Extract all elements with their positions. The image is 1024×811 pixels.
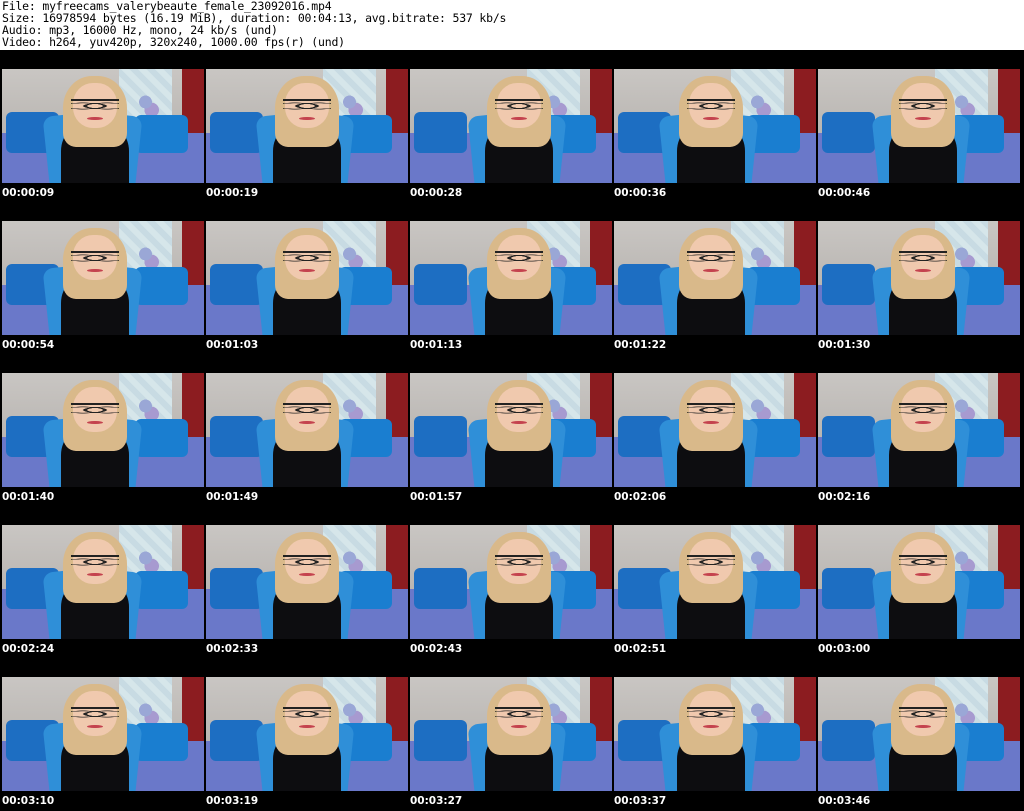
timestamp-label: 00:03:46 [818,795,871,807]
thumbnail-grid: 00:00:09 00:00:19 00:00:28 00:00:36 00:00:46… [0,50,1024,811]
thumbnail-cell: 00:02:06 [612,354,816,506]
thumbnail-cell: 00:02:43 [408,506,612,658]
thumbnail-cell: 00:00:09 [0,50,204,202]
timestamp-label: 00:03:00 [818,643,871,655]
thumbnail-cell: 00:01:30 [816,202,1020,354]
video-frame [206,373,408,487]
video-frame [410,525,612,639]
video-frame [614,677,816,791]
video-frame [614,525,816,639]
thumbnail-cell: 00:03:00 [816,506,1020,658]
thumbnail-cell: 00:01:22 [612,202,816,354]
file-info-header: File: myfreecams_valerybeaute_female_230… [0,0,1024,50]
thumbnail-cell: 00:01:03 [204,202,408,354]
thumbnail-cell: 00:01:40 [0,354,204,506]
video-frame [614,373,816,487]
timestamp-label: 00:02:33 [206,643,259,655]
timestamp-label: 00:01:03 [206,339,259,351]
timestamp-label: 00:03:27 [410,795,463,807]
thumbnail-cell: 00:01:57 [408,354,612,506]
thumbnail-cell: 00:03:10 [0,658,204,810]
timestamp-label: 00:01:57 [410,491,463,503]
timestamp-label: 00:00:09 [2,187,55,199]
video-line: Video: h264, yuv420p, 320x240, 1000.00 f… [2,35,345,49]
video-frame [2,221,204,335]
video-frame [614,69,816,183]
video-frame [410,677,612,791]
thumbnail-cell: 00:02:33 [204,506,408,658]
timestamp-label: 00:00:19 [206,187,259,199]
video-frame [2,69,204,183]
video-frame [818,373,1020,487]
thumbnail-cell: 00:03:19 [204,658,408,810]
timestamp-label: 00:01:30 [818,339,871,351]
timestamp-label: 00:01:22 [614,339,667,351]
thumbnail-cell: 00:01:13 [408,202,612,354]
video-frame [818,221,1020,335]
timestamp-label: 00:02:06 [614,491,667,503]
thumbnail-cell: 00:03:27 [408,658,612,810]
thumbnail-cell: 00:02:16 [816,354,1020,506]
video-frame [818,525,1020,639]
timestamp-label: 00:02:24 [2,643,55,655]
thumbnail-cell: 00:00:54 [0,202,204,354]
timestamp-label: 00:03:10 [2,795,55,807]
video-frame [410,373,612,487]
video-frame [206,69,408,183]
thumbnail-cell: 00:01:49 [204,354,408,506]
video-frame [206,221,408,335]
video-frame [410,69,612,183]
thumbnail-cell: 00:00:46 [816,50,1020,202]
timestamp-label: 00:01:49 [206,491,259,503]
thumbnail-cell: 00:00:36 [612,50,816,202]
thumbnail-cell: 00:02:51 [612,506,816,658]
timestamp-label: 00:03:37 [614,795,667,807]
video-frame [410,221,612,335]
timestamp-label: 00:00:54 [2,339,55,351]
video-frame [818,677,1020,791]
video-frame [206,677,408,791]
timestamp-label: 00:01:13 [410,339,463,351]
timestamp-label: 00:02:43 [410,643,463,655]
thumbnail-cell: 00:03:46 [816,658,1020,810]
video-frame [614,221,816,335]
timestamp-label: 00:00:36 [614,187,667,199]
video-frame [2,373,204,487]
video-frame [818,69,1020,183]
timestamp-label: 00:02:51 [614,643,667,655]
thumbnail-cell: 00:03:37 [612,658,816,810]
timestamp-label: 00:00:28 [410,187,463,199]
video-frame [2,677,204,791]
thumbnail-cell: 00:00:19 [204,50,408,202]
video-frame [2,525,204,639]
timestamp-label: 00:01:40 [2,491,55,503]
timestamp-label: 00:02:16 [818,491,871,503]
timestamp-label: 00:00:46 [818,187,871,199]
video-frame [206,525,408,639]
timestamp-label: 00:03:19 [206,795,259,807]
thumbnail-cell: 00:02:24 [0,506,204,658]
thumbnail-cell: 00:00:28 [408,50,612,202]
